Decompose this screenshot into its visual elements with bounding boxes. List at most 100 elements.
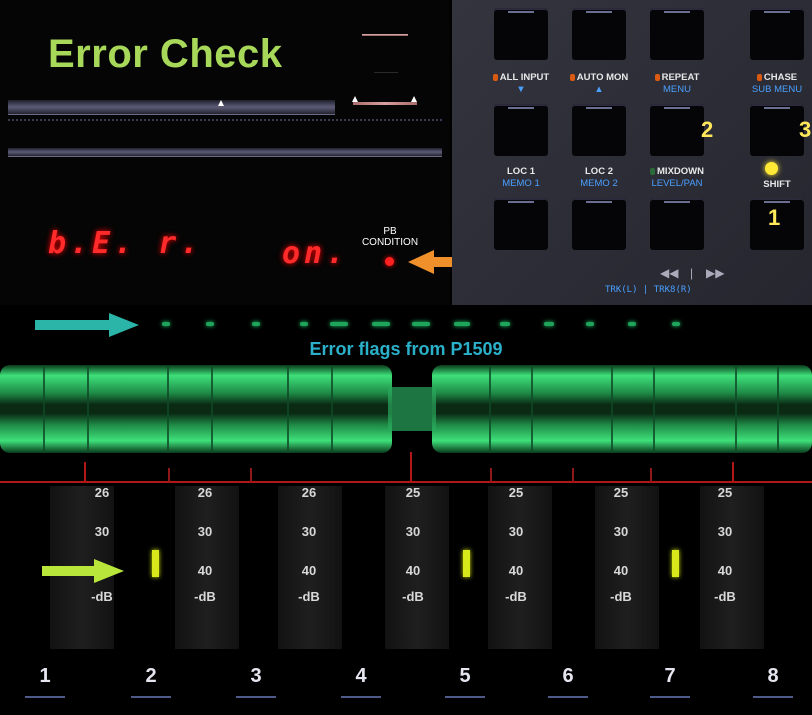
error-flag: [628, 322, 636, 326]
key-row1-1[interactable]: [494, 8, 548, 60]
scale-label: 40: [717, 563, 733, 578]
tick-mark: [732, 462, 734, 482]
channel-select-button-1[interactable]: [25, 696, 65, 698]
error-flag: [300, 322, 308, 326]
yellow-arrow-icon: [42, 559, 124, 583]
scale-label: 40: [197, 563, 213, 578]
error-flag: [500, 322, 510, 326]
mixdown-sub: LEVEL/PAN: [651, 178, 703, 189]
loc2-sub: MEMO 2: [580, 178, 618, 189]
key-row1-3[interactable]: [650, 8, 704, 60]
channel-number-3: 3: [250, 665, 262, 687]
panel-rail-dots: [8, 116, 442, 121]
error-flag: [544, 322, 554, 326]
error-flag: [412, 322, 430, 326]
shift-label: SHIFT: [763, 179, 791, 190]
channel-number-2: 2: [145, 665, 157, 687]
scale-label: 30: [301, 524, 317, 539]
pb-condition-text: PB CONDITION: [361, 226, 419, 248]
error-flag: [454, 322, 470, 326]
loc1-sub: MEMO 1: [502, 178, 540, 189]
scale-label: 40: [613, 563, 629, 578]
reference-line: [0, 481, 812, 483]
scale-label: 30: [197, 524, 213, 539]
slot-left-marker-icon: [352, 96, 358, 102]
chase-led: [756, 73, 762, 81]
tick-mark: [168, 468, 170, 482]
track-select-label: TRK(L) | TRK8(R): [605, 285, 692, 295]
transport-button-panel: ALL INPUT ▼ AUTO MON ▲ REPEAT MENU CHASE…: [452, 0, 812, 305]
channel-number-8: 8: [767, 665, 779, 687]
error-flag: [586, 322, 594, 326]
loc2-label: LOC 2: [585, 166, 613, 177]
channel-select-button-5[interactable]: [445, 696, 485, 698]
repeat-sub: MENU: [663, 84, 691, 95]
divider-icon: |: [690, 266, 694, 280]
scale-label: 40: [405, 563, 421, 578]
key-loc2[interactable]: [572, 198, 626, 250]
error-flag: [206, 322, 214, 326]
repeat-led: [654, 73, 660, 81]
panel-rail-bottom: [8, 148, 442, 157]
error-peak-ch2: [152, 550, 159, 577]
key-repeat[interactable]: [650, 104, 704, 156]
channel-select-button-8[interactable]: [753, 696, 793, 698]
key-row1-4[interactable]: [750, 8, 804, 60]
mixdown-label: MIXDOWN: [632, 166, 722, 178]
shift-number: 1: [768, 205, 781, 230]
key-row1-2[interactable]: [572, 8, 626, 60]
channel-select-button-4[interactable]: [341, 696, 381, 698]
mixdown-text: MIXDOWN: [657, 166, 704, 177]
channel-number-4: 4: [355, 665, 367, 687]
key-all-input[interactable]: [494, 104, 548, 156]
chase-sub: SUB MENU: [751, 84, 803, 95]
channel-select-button-2[interactable]: [131, 696, 171, 698]
scale-label: -dB: [298, 589, 320, 604]
auto-mon-led: [569, 73, 575, 81]
scale-label: 25: [717, 485, 733, 500]
key-loc1[interactable]: [494, 198, 548, 250]
scale-label: -dB: [91, 589, 113, 604]
level-meter-band: [0, 365, 812, 453]
shift-led: [765, 162, 778, 175]
chase-text: CHASE: [763, 72, 798, 83]
error-peak-ch5: [463, 550, 470, 577]
scale-label: 40: [301, 563, 317, 578]
error-check-screen: Error Check b.E. r. on. PB CONDITION ALL…: [0, 0, 812, 715]
pb-condition-label: PB CONDITION: [350, 226, 430, 248]
scale-label: -dB: [714, 589, 736, 604]
channel-select-button-3[interactable]: [236, 696, 276, 698]
channel-select-button-7[interactable]: [650, 696, 690, 698]
key-mixdown[interactable]: [650, 198, 704, 250]
error-flag: [252, 322, 260, 326]
scale-label: 25: [405, 485, 421, 500]
key-auto-mon[interactable]: [572, 104, 626, 156]
channel-number-1: 1: [39, 665, 51, 687]
scale-label: -dB: [402, 589, 424, 604]
channel-select-button-6[interactable]: [548, 696, 588, 698]
all-input-text: ALL INPUT: [499, 72, 550, 83]
error-flag: [372, 322, 390, 326]
tick-mark: [650, 468, 652, 482]
scale-label: 30: [613, 524, 629, 539]
loc1-label: LOC 1: [507, 166, 535, 177]
fast-forward-icon: ▶▶: [706, 266, 725, 280]
scale-label: 25: [613, 485, 629, 500]
tick-mark: [84, 462, 86, 482]
marker-triangle-icon: [218, 100, 224, 106]
scale-label: 26: [301, 485, 317, 500]
teal-arrow-icon: [35, 313, 139, 337]
auto-mon-text: AUTO MON: [576, 72, 629, 83]
rewind-icon: ◀◀: [660, 266, 679, 280]
repeat-label: REPEAT: [632, 72, 722, 84]
auto-mon-label: AUTO MON: [554, 72, 644, 84]
chase-number: 3: [799, 117, 812, 142]
mixdown-led: [650, 167, 656, 175]
scale-label: 30: [508, 524, 524, 539]
page-title: Error Check: [48, 32, 283, 76]
auto-mon-sub: ▲: [594, 84, 604, 95]
tick-mark: [490, 468, 492, 482]
tick-mark: [250, 468, 252, 482]
slot-right-marker-icon: [411, 96, 417, 102]
key-chase[interactable]: [750, 104, 804, 156]
